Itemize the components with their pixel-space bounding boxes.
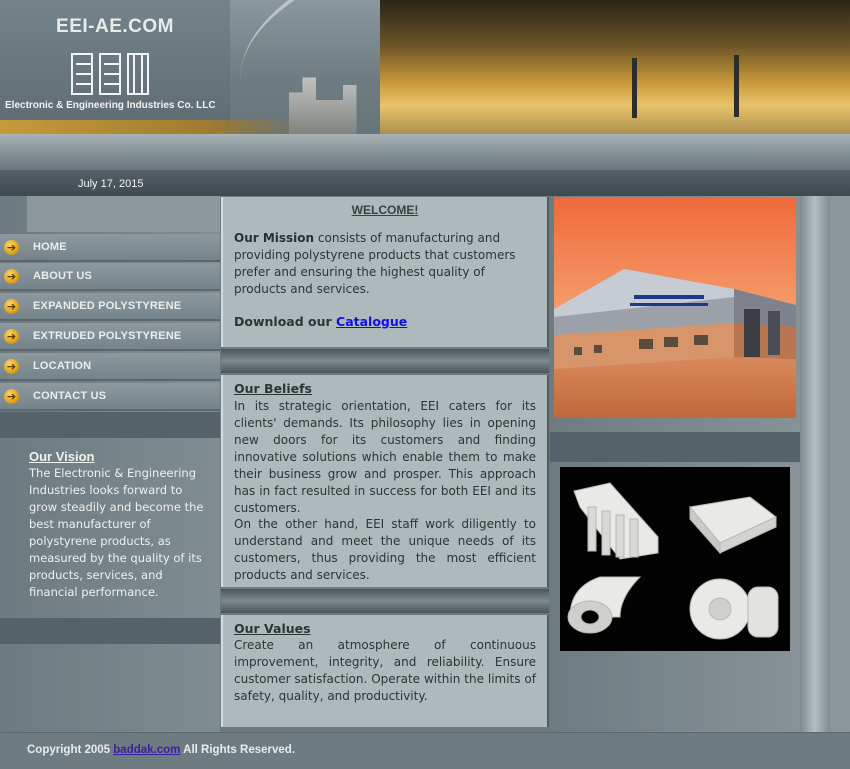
nav-item-label: EXPANDED POLYSTYRENE xyxy=(33,300,182,312)
download-prefix: Download our xyxy=(234,314,337,329)
nav-item-expanded-polystyrene[interactable]: ➔ EXPANDED POLYSTYRENE xyxy=(0,293,220,321)
arrow-right-icon: ➔ xyxy=(4,299,19,314)
arrow-right-icon: ➔ xyxy=(4,359,19,374)
nav-item-label: LOCATION xyxy=(33,360,92,372)
right-divider xyxy=(550,432,800,462)
panel-separator xyxy=(221,349,549,373)
header-band xyxy=(0,134,850,170)
gold-strip xyxy=(0,120,300,134)
beliefs-paragraph-2: On the other hand, EEI staff work dilige… xyxy=(234,517,536,582)
nav-item-extruded-polystyrene[interactable]: ➔ EXTRUDED POLYSTYRENE xyxy=(0,323,220,351)
welcome-heading: WELCOME! xyxy=(351,203,419,217)
vision-title: Our Vision xyxy=(29,449,95,464)
beliefs-title: Our Beliefs xyxy=(234,381,312,396)
nav-item-label: ABOUT US xyxy=(33,270,93,282)
arrow-right-icon: ➔ xyxy=(4,240,19,255)
nav-item-contact-us[interactable]: ➔ CONTACT US xyxy=(0,383,220,411)
arrow-right-icon: ➔ xyxy=(4,329,19,344)
factory-building-photo xyxy=(554,197,796,418)
baddak-link[interactable]: baddak.com xyxy=(113,744,180,756)
nav-item-label: HOME xyxy=(33,241,67,253)
values-text: Create an atmosphere of continuous impro… xyxy=(234,638,536,703)
nav-item-home[interactable]: ➔ HOME xyxy=(0,234,220,262)
current-date: July 17, 2015 xyxy=(78,178,144,190)
polystyrene-products-photo xyxy=(560,467,790,651)
copyright-suffix: All Rights Reserved. xyxy=(180,744,295,756)
download-line: Download our Catalogue xyxy=(234,313,536,330)
eei-logo-icon xyxy=(71,53,149,95)
vision-text: The Electronic & Engineering Industries … xyxy=(29,466,204,599)
company-name: Electronic & Engineering Industries Co. … xyxy=(5,100,216,111)
arrow-right-icon: ➔ xyxy=(4,389,19,404)
values-title: Our Values xyxy=(234,621,311,636)
nav-item-location[interactable]: ➔ LOCATION xyxy=(0,353,220,381)
copyright-text: Copyright 2005 baddak.com All Rights Res… xyxy=(27,744,295,756)
beliefs-paragraph-1: In its strategic orientation, EEI caters… xyxy=(234,399,536,515)
mission-text: Our Mission consists of manufacturing an… xyxy=(234,230,536,298)
arrow-right-icon: ➔ xyxy=(4,269,19,284)
nav-item-label: EXTRUDED POLYSTYRENE xyxy=(33,330,182,342)
nav-item-label: CONTACT US xyxy=(33,390,107,402)
sidebar-divider xyxy=(0,412,220,438)
copyright-prefix: Copyright 2005 xyxy=(27,744,114,756)
catalogue-link[interactable]: Catalogue xyxy=(336,314,407,329)
right-rail xyxy=(800,196,830,732)
nav-item-about-us[interactable]: ➔ ABOUT US xyxy=(0,263,220,291)
sidebar-top-block xyxy=(27,196,220,232)
site-name: EEI-AE.COM xyxy=(56,16,174,37)
sidebar-divider xyxy=(0,618,220,644)
mission-lead: Our Mission xyxy=(234,231,315,245)
panel-separator xyxy=(221,589,549,613)
